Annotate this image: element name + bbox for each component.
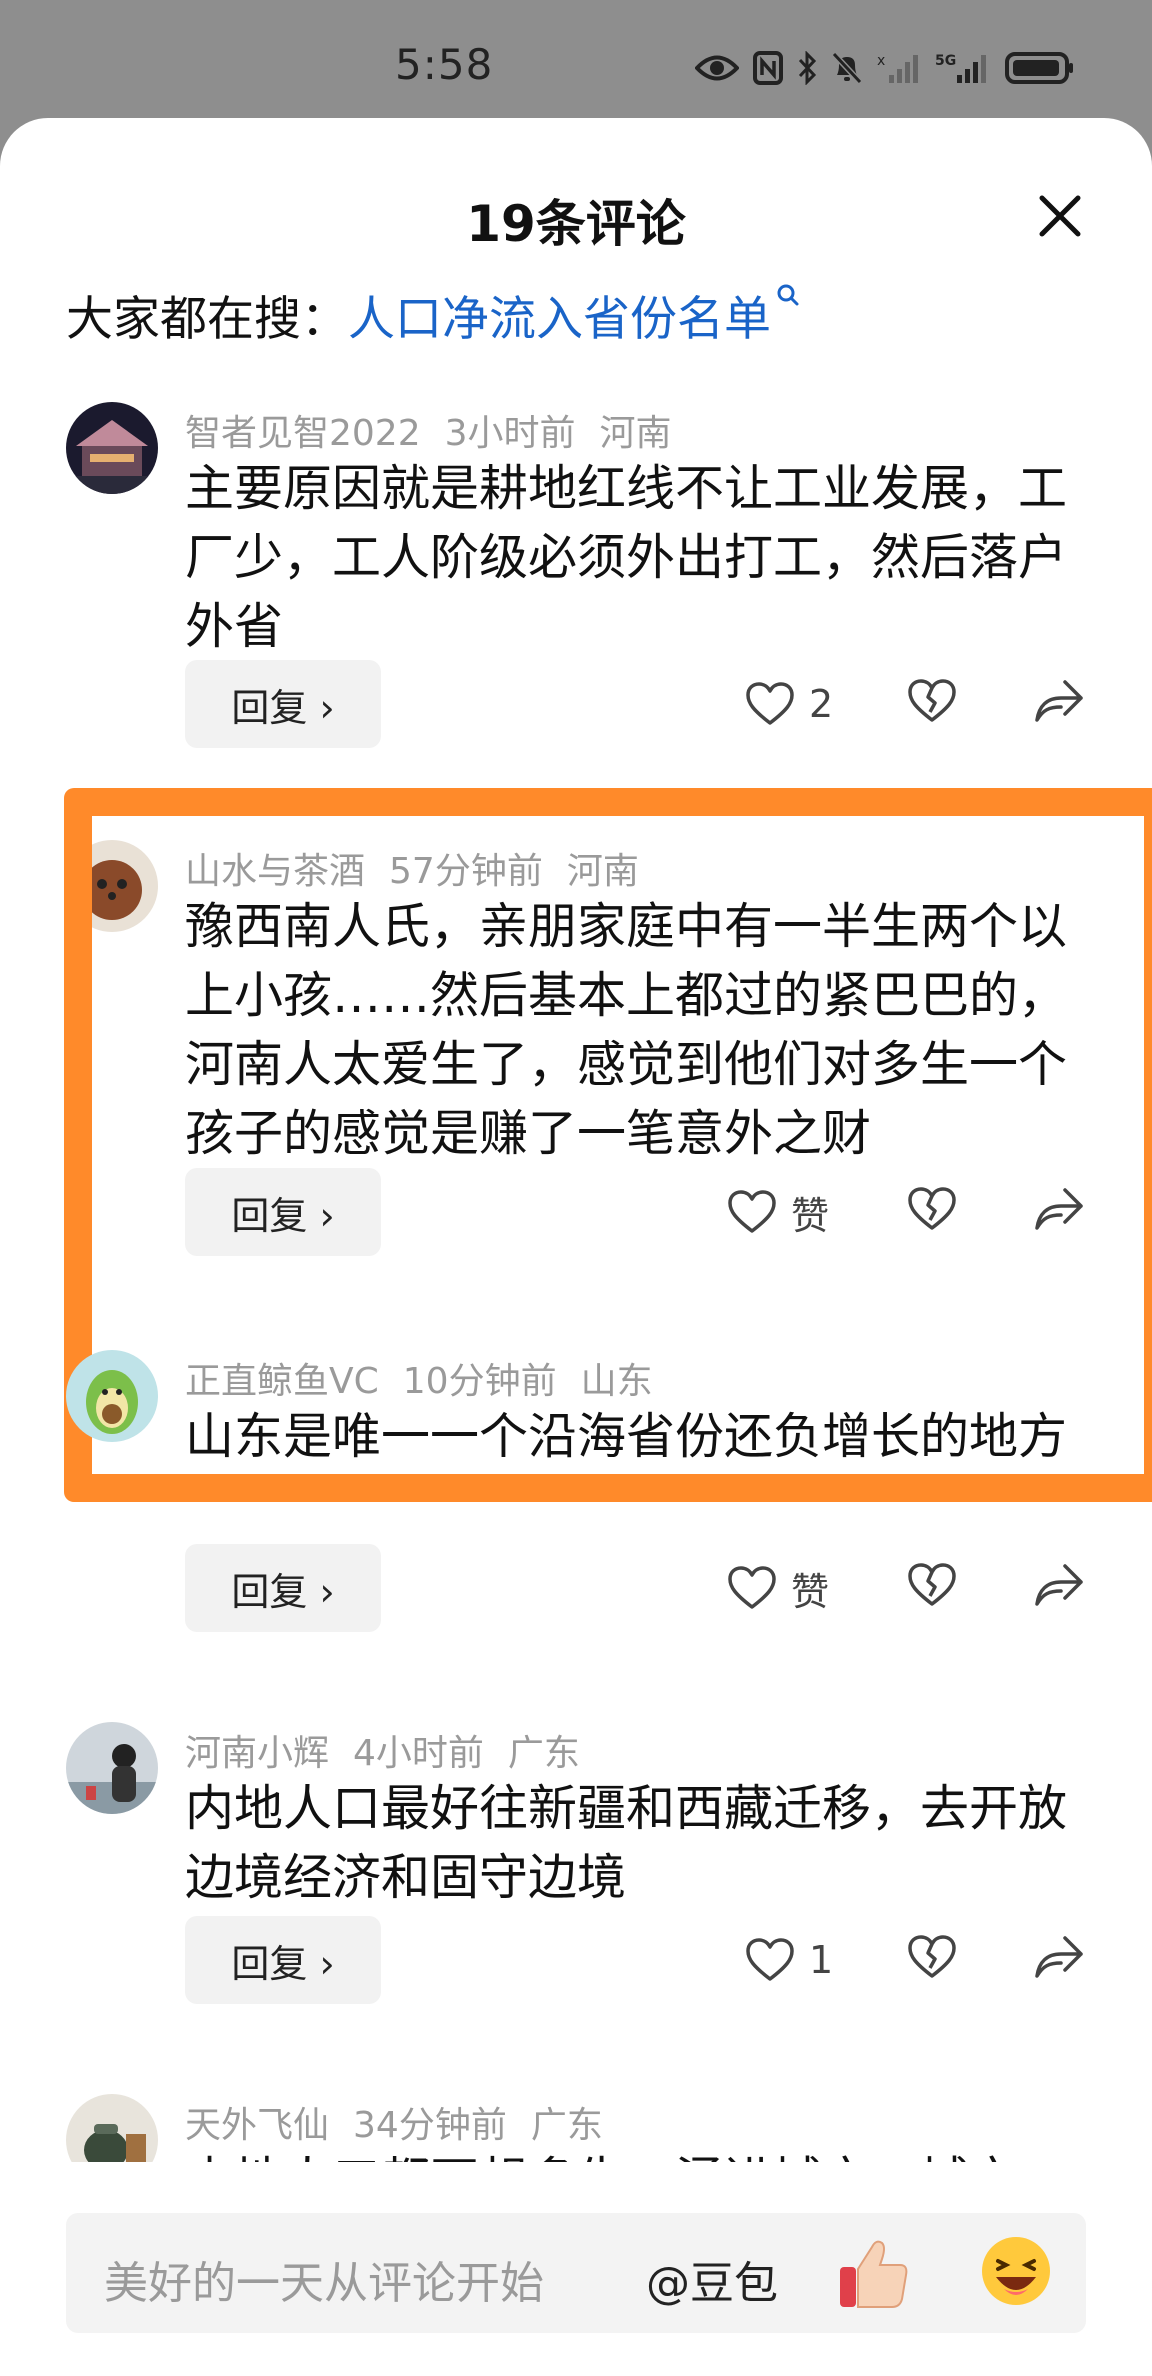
comment-region: 广东	[530, 2105, 603, 2146]
status-bar: 5:58 x 5G	[0, 0, 1152, 130]
comment-time: 10分钟前	[402, 1361, 557, 1402]
like-label: 赞	[791, 1569, 830, 1614]
nfc-icon	[753, 51, 783, 85]
comment-username[interactable]: 河南小辉	[185, 1733, 329, 1774]
comment-actions: 回复 › 1	[185, 1916, 1085, 2004]
comment-time: 3小时前	[444, 413, 576, 454]
broken-heart-icon[interactable]	[907, 1560, 957, 1610]
share-icon[interactable]	[1033, 678, 1085, 724]
broken-heart-icon[interactable]	[907, 676, 957, 726]
comment-username[interactable]: 天外飞仙	[185, 2105, 329, 2146]
comment-item: 正直鲸鱼VC 10分钟前 山东 山东是唯一一个沿海省份还负增长的地方 回复 › 赞	[0, 1350, 1152, 1670]
comment-input-placeholder[interactable]: 美好的一天从评论开始	[104, 2247, 544, 2311]
reply-button[interactable]: 回复 ›	[185, 1916, 381, 2004]
like-count: 1	[809, 1938, 834, 1982]
comment-item: 河南小辉 4小时前 广东 内地人口最好往新疆和西藏迁移，去开放边境经济和固守边境 回…	[0, 1722, 1152, 2042]
close-icon[interactable]	[1030, 186, 1090, 246]
comment-sheet: 19条评论 大家都在搜：人口净流入省份名单 智者见智2022 3小时前 河南 主要原…	[0, 118, 1152, 2376]
comment-text: 山东是唯一一个沿海省份还负增长的地方	[185, 1408, 1068, 1465]
broken-heart-icon[interactable]	[907, 1932, 957, 1982]
svg-text:x: x	[877, 53, 885, 69]
laughing-emoji-icon[interactable]	[976, 2231, 1056, 2311]
like-count: 2	[809, 682, 834, 726]
search-icon	[777, 284, 799, 306]
comment-item: 智者见智2022 3小时前 河南 主要原因就是耕地红线不让工业发展，工厂少，工人阶级…	[0, 402, 1152, 782]
trending-search: 大家都在搜：人口净流入省份名单	[66, 280, 801, 349]
comment-time: 34分钟前	[353, 2105, 507, 2146]
share-icon[interactable]	[1033, 1934, 1085, 1980]
comment-meta: 智者见智2022 3小时前 河南	[185, 404, 672, 456]
comment-region: 广东	[507, 1733, 580, 1774]
signal-off-icon: x	[877, 53, 918, 83]
avatar[interactable]	[66, 2094, 158, 2162]
heart-icon	[746, 682, 794, 725]
trending-search-prefix: 大家都在搜：	[66, 292, 348, 347]
eye-icon	[695, 55, 739, 81]
comment-meta: 河南小辉 4小时前 广东	[185, 1724, 580, 1776]
comment-text: 主要原因就是耕地红线不让工业发展，工厂少，工人阶级必须外出打工，然后落户外省	[185, 460, 1068, 655]
reply-button[interactable]: 回复 ›	[185, 660, 381, 748]
heart-icon	[746, 1938, 794, 1981]
like-button[interactable]: 1	[745, 1930, 833, 1990]
mute-bell-icon	[831, 51, 863, 85]
mention-doubao-button[interactable]: @豆包	[646, 2247, 778, 2311]
avatar[interactable]	[66, 1722, 158, 1814]
comment-item: 天外飞仙 34分钟前广东 内地人口都不想多生，涌进城市，城市	[0, 2094, 1152, 2162]
comment-text: 内地人口都不想多生，涌进城市，城市	[185, 2146, 1085, 2162]
share-icon[interactable]	[1033, 1562, 1085, 1608]
comment-region: 河南	[599, 413, 672, 454]
sheet-title: 19条评论	[466, 195, 686, 253]
thumbs-up-icon[interactable]	[836, 2233, 912, 2313]
comment-meta: 天外飞仙 34分钟前 广东	[185, 2096, 603, 2148]
comment-region: 山东	[580, 1361, 653, 1402]
bluetooth-icon	[798, 51, 817, 85]
reply-button[interactable]: 回复 ›	[185, 1544, 381, 1632]
comment-input-bar[interactable]: 美好的一天从评论开始 @豆包	[66, 2213, 1086, 2333]
comment-username[interactable]: 智者见智2022	[185, 413, 421, 454]
comment-time: 4小时前	[353, 1733, 484, 1774]
comment-actions: 回复 › 2	[185, 660, 1085, 748]
avatar[interactable]	[66, 1350, 158, 1442]
battery-icon	[1005, 52, 1073, 84]
heart-icon	[728, 1566, 776, 1609]
comment-username[interactable]: 正直鲸鱼VC	[185, 1361, 379, 1402]
comment-actions: 回复 › 赞	[185, 1544, 1085, 1632]
avatar[interactable]	[66, 402, 158, 494]
comment-text: 内地人口最好往新疆和西藏迁移，去开放边境经济和固守边境	[185, 1780, 1068, 1906]
trending-search-link[interactable]: 人口净流入省份名单	[348, 292, 771, 347]
signal-5g-icon: 5G	[935, 53, 986, 83]
like-button[interactable]: 赞	[727, 1558, 829, 1618]
comment-meta: 正直鲸鱼VC 10分钟前 山东	[185, 1352, 653, 1404]
network-label: 5G	[935, 53, 956, 69]
status-time: 5:58	[395, 40, 494, 89]
like-button[interactable]: 2	[745, 674, 833, 734]
status-icons: x 5G	[695, 44, 1075, 92]
